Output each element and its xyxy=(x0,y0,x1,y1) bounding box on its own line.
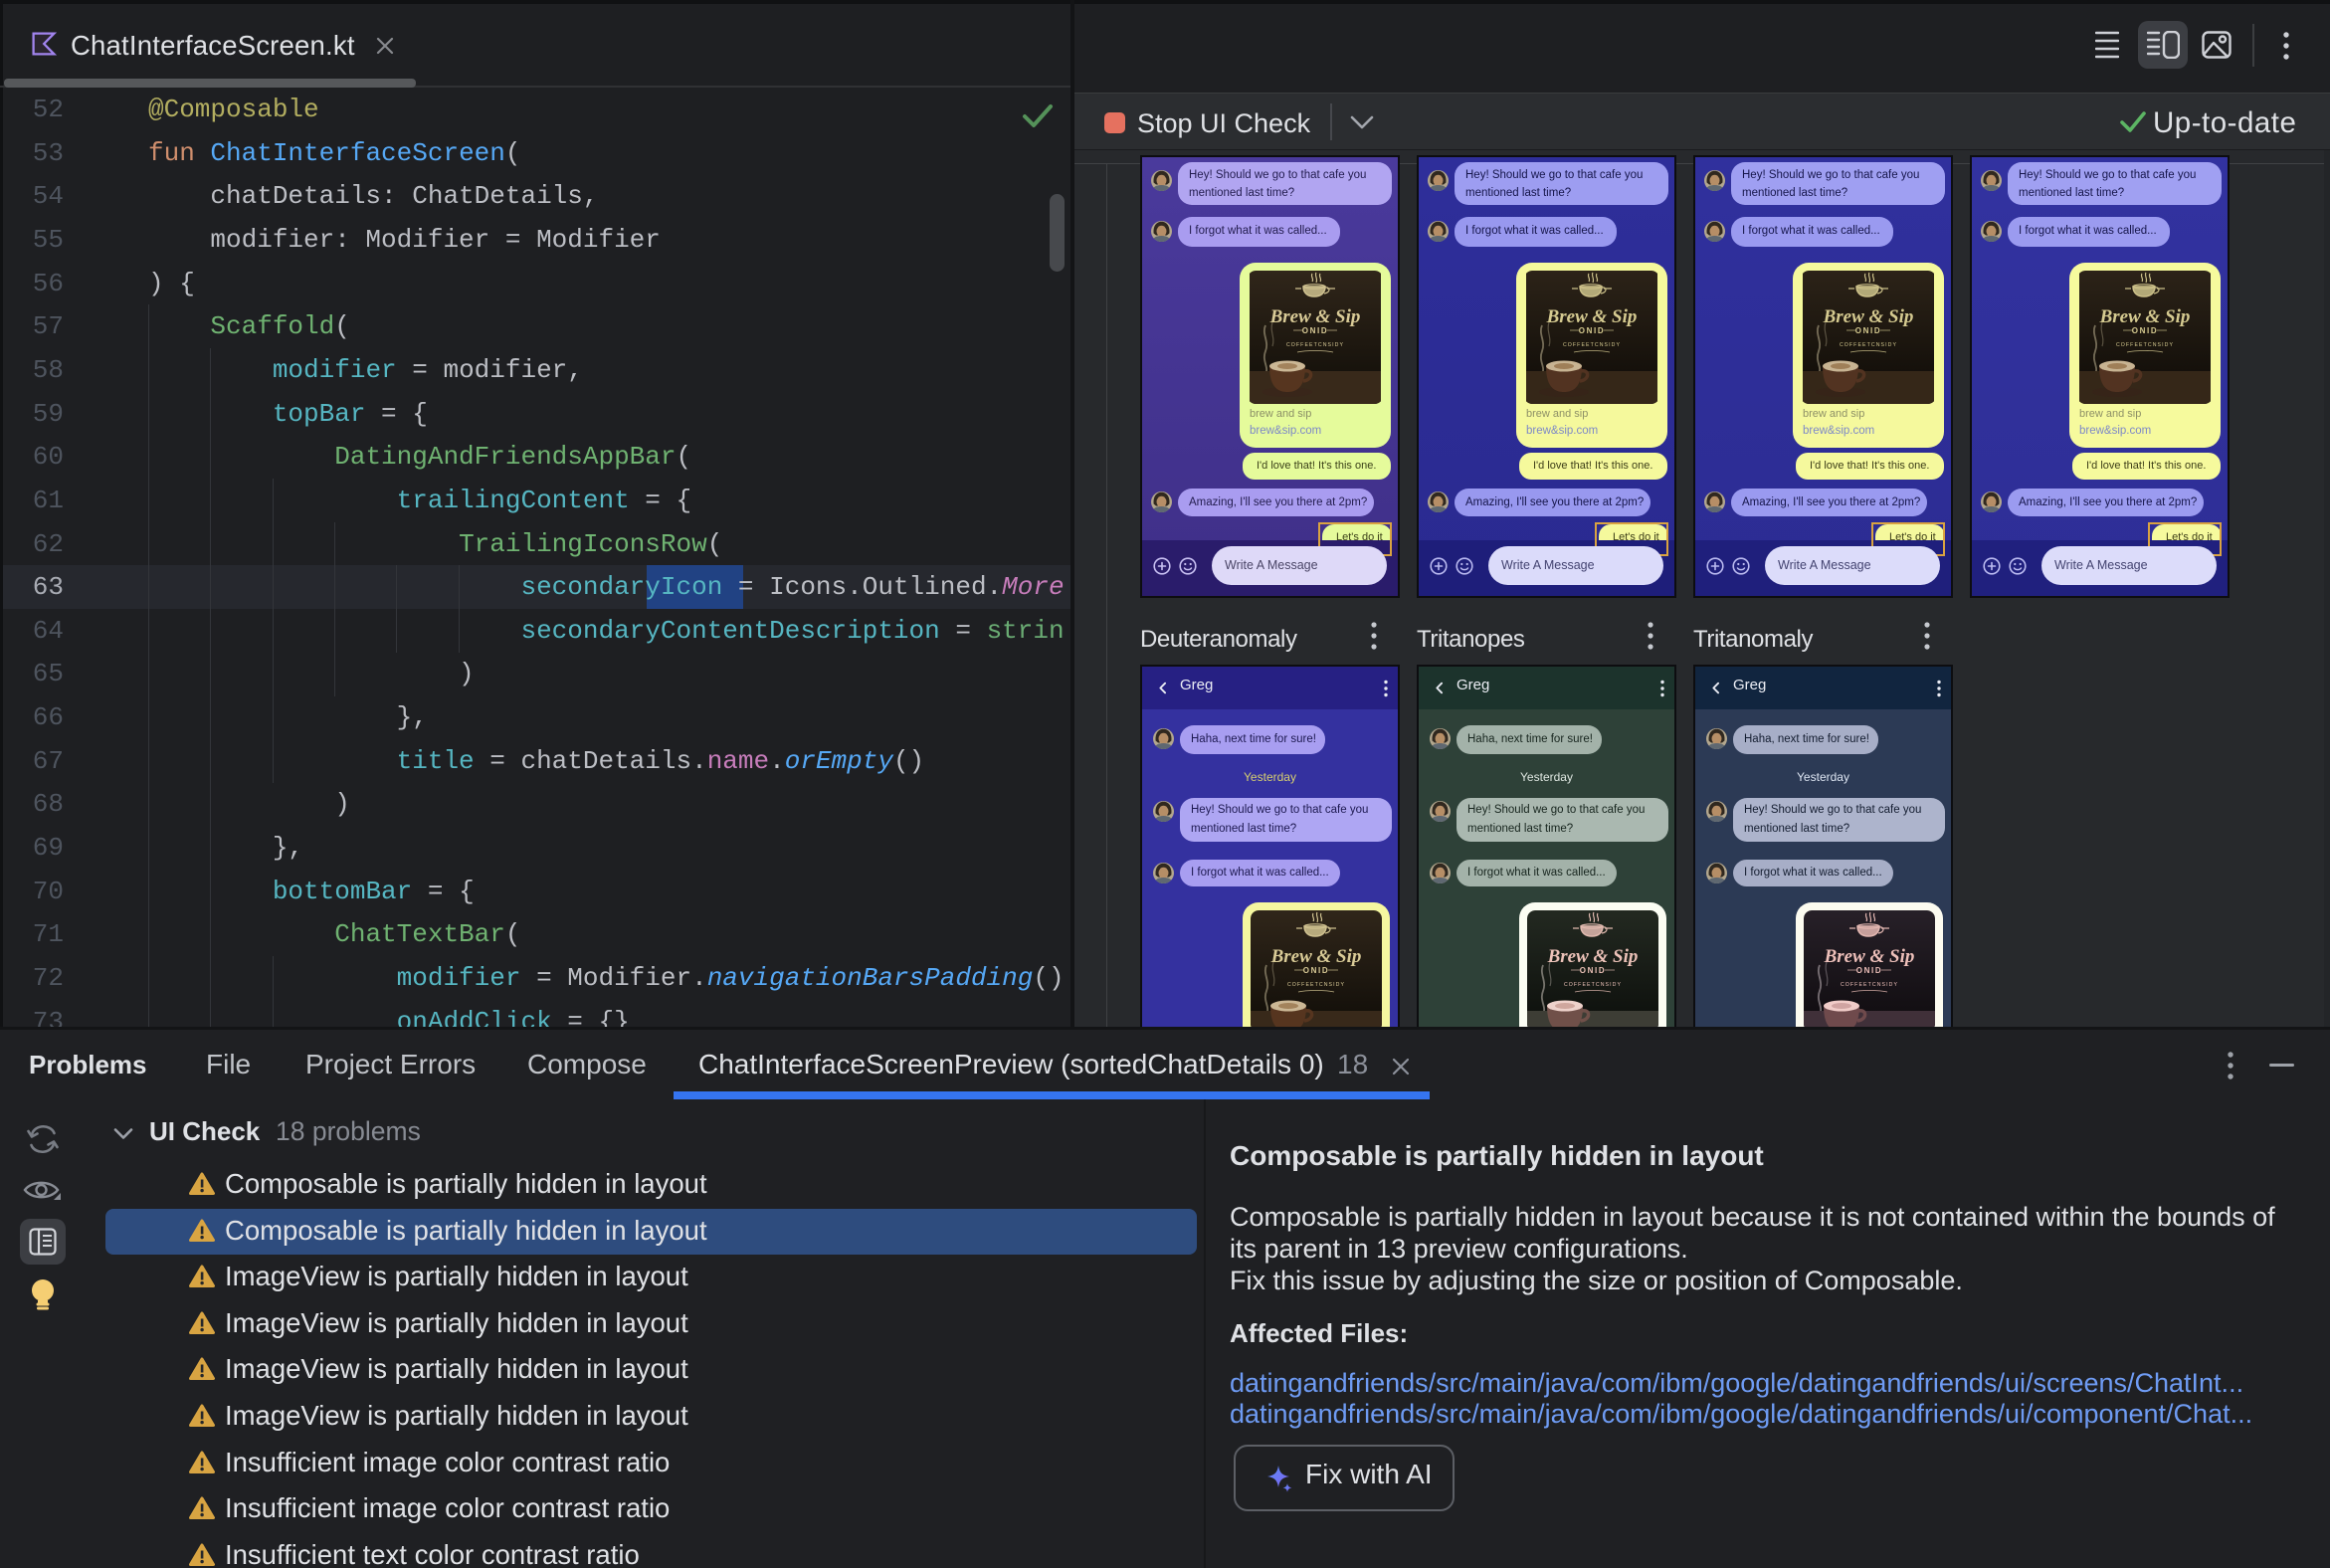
svg-text:COFFEETCNSIDY: COFFEETCNSIDY xyxy=(1841,982,1898,988)
svg-text:Brew & Sip: Brew & Sip xyxy=(1823,306,1914,327)
svg-text:COFFEETCNSIDY: COFFEETCNSIDY xyxy=(1287,982,1345,988)
svg-text:ONID: ONID xyxy=(2132,326,2158,335)
svg-text:Brew & Sip: Brew & Sip xyxy=(1824,946,1915,967)
svg-text:ONID: ONID xyxy=(1856,966,1882,975)
svg-text:ONID: ONID xyxy=(1302,326,1328,335)
svg-text:COFFEETCNSIDY: COFFEETCNSIDY xyxy=(1840,342,1897,348)
svg-text:ONID: ONID xyxy=(1855,326,1881,335)
svg-text:ONID: ONID xyxy=(1580,966,1606,975)
svg-text:Brew & Sip: Brew & Sip xyxy=(1546,306,1638,327)
svg-text:COFFEETCNSIDY: COFFEETCNSIDY xyxy=(1286,342,1344,348)
svg-text:Brew & Sip: Brew & Sip xyxy=(2099,306,2191,327)
svg-text:ONID: ONID xyxy=(1579,326,1605,335)
svg-text:Brew & Sip: Brew & Sip xyxy=(1269,306,1361,327)
svg-text:Brew & Sip: Brew & Sip xyxy=(1547,946,1639,967)
svg-text:ONID: ONID xyxy=(1303,966,1329,975)
svg-text:COFFEETCNSIDY: COFFEETCNSIDY xyxy=(2116,342,2174,348)
svg-text:COFFEETCNSIDY: COFFEETCNSIDY xyxy=(1563,342,1621,348)
svg-text:COFFEETCNSIDY: COFFEETCNSIDY xyxy=(1564,982,1622,988)
svg-text:Brew & Sip: Brew & Sip xyxy=(1270,946,1362,967)
